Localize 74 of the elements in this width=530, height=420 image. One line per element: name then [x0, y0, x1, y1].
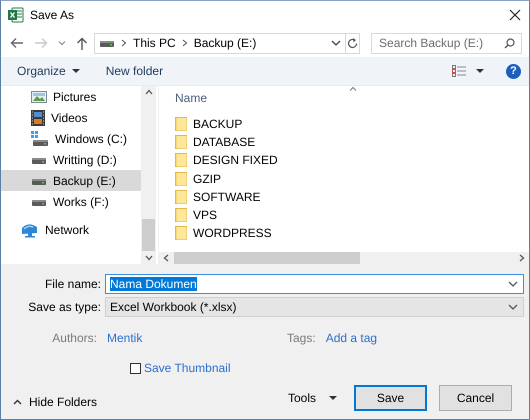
spreadsheet-app-icon [8, 7, 24, 23]
field-label: Save as type: [27, 300, 102, 314]
breadcrumb[interactable]: Backup (E:) [194, 36, 256, 50]
help-button[interactable]: ? [506, 64, 521, 78]
navigation-item[interactable]: Backup (E:) [1, 170, 141, 191]
scroll-thumb[interactable] [142, 219, 155, 251]
folder-icon [175, 226, 187, 240]
navigation-item[interactable]: Pictures [1, 86, 141, 107]
view-list-icon[interactable] [452, 65, 466, 77]
chevron-up-icon [13, 399, 22, 405]
folder-icon [175, 135, 187, 150]
chevron-down-icon[interactable] [508, 280, 518, 288]
authors-label: Authors: [51, 331, 98, 345]
folder-name[interactable]: DESIGN FIXED [193, 153, 278, 168]
chevron-right-icon [182, 39, 188, 47]
folder-name[interactable]: SOFTWARE [193, 190, 261, 204]
refresh-icon [347, 38, 358, 48]
checkbox[interactable] [130, 362, 141, 374]
scroll-down-icon[interactable] [144, 255, 152, 261]
up-arrow-icon[interactable] [76, 36, 88, 50]
scroll-left-icon[interactable] [163, 254, 169, 262]
navigation-item[interactable]: Works (F:) [1, 191, 141, 212]
organize-button[interactable]: Organize [17, 61, 80, 81]
navigation-item[interactable]: Writting (D:) [1, 149, 141, 170]
caret-down-icon [329, 396, 337, 400]
folder-icon [175, 208, 187, 222]
save-button[interactable]: Save [354, 385, 427, 411]
sort-ascending-icon [349, 86, 357, 91]
tools-button[interactable]: Tools [288, 391, 337, 405]
navigation-item[interactable]: Windows (C:) [1, 128, 141, 149]
network-icon [21, 222, 39, 238]
field-label: File name: [44, 277, 102, 291]
navigation-item[interactable]: Network [1, 219, 141, 240]
folder-icon [175, 153, 187, 168]
refresh-button[interactable] [346, 32, 360, 54]
caret-down-icon [72, 69, 80, 73]
navigation-item[interactable]: Videos [1, 107, 141, 128]
back-arrow-icon[interactable] [10, 37, 24, 49]
file-name-field[interactable]: Nama Dokumen [105, 274, 524, 294]
videos-icon [31, 110, 45, 126]
folder-name[interactable]: BACKUP [193, 117, 242, 132]
file-type-dropdown[interactable]: Excel Workbook (*.xlsx) [105, 297, 524, 317]
folder-name[interactable]: WORDPRESS [193, 226, 272, 240]
chevron-down-icon[interactable] [331, 39, 342, 47]
scroll-up-icon[interactable] [144, 89, 152, 95]
chevron-down-icon[interactable] [508, 303, 518, 311]
folder-icon [175, 117, 187, 132]
authors-link[interactable]: Mentik [107, 331, 287, 345]
vertical-scrollbar[interactable] [141, 86, 156, 264]
pictures-icon [31, 90, 47, 104]
hide-folders-button[interactable]: Hide Folders [1, 395, 98, 409]
search-field[interactable]: Search Backup (E:) [371, 32, 522, 54]
close-icon[interactable] [509, 9, 521, 21]
add-tag-link[interactable]: Add a tag [326, 331, 378, 345]
caret-down-icon[interactable] [476, 69, 484, 73]
folder-name[interactable]: VPS [193, 208, 218, 222]
address-bar[interactable]: This PC Backup (E:) [94, 32, 346, 54]
breadcrumb[interactable]: This PC [133, 36, 176, 50]
folder-name[interactable]: GZIP [193, 172, 222, 186]
column-header[interactable]: Name [175, 86, 208, 105]
folder-icon [175, 190, 187, 204]
folder-name[interactable]: DATABASE [193, 135, 256, 150]
chevron-right-icon [121, 39, 127, 47]
checkbox-label[interactable]: Save Thumbnail [144, 361, 230, 375]
window-title: Save As [30, 8, 76, 22]
folder-icon [175, 172, 187, 186]
scroll-thumb[interactable] [174, 252, 360, 264]
system-drive-icon [31, 130, 49, 146]
tags-label: Tags: [287, 331, 316, 345]
new-folder-button[interactable]: New folder [106, 61, 164, 81]
cancel-button[interactable]: Cancel [439, 385, 512, 411]
search-icon [504, 38, 516, 48]
scroll-right-icon[interactable] [519, 254, 525, 262]
horizontal-scrollbar[interactable] [159, 252, 529, 264]
